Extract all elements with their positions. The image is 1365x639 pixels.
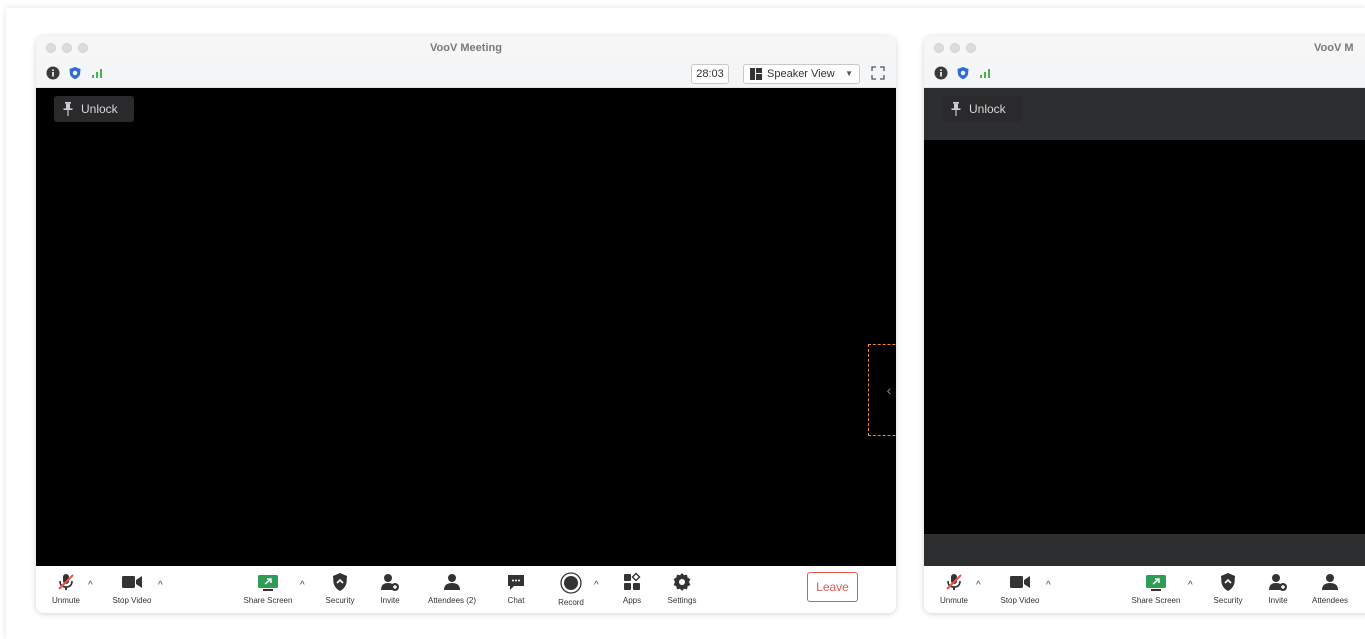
shield-icon[interactable] bbox=[68, 66, 82, 80]
speaker-view-icon bbox=[750, 68, 762, 80]
share-screen-label: Share Screen bbox=[1131, 596, 1181, 605]
record-icon bbox=[560, 572, 582, 594]
settings-button[interactable]: Settings bbox=[652, 572, 712, 605]
info-icon[interactable] bbox=[46, 66, 60, 80]
collapse-panel-handle[interactable]: ‹ bbox=[868, 344, 896, 436]
chat-icon bbox=[508, 575, 524, 590]
meeting-toolbar: Unmute ^ Stop Video ^ Share Screen ^ Sec… bbox=[36, 566, 896, 613]
record-options-caret[interactable]: ^ bbox=[594, 580, 599, 591]
meeting-window-secondary: VooV M Unlock Unmute ^ Stop Video ^ Shar… bbox=[924, 36, 1365, 613]
minimize-window-button[interactable] bbox=[62, 43, 72, 53]
attendees-icon bbox=[1322, 574, 1338, 590]
attendees-label: Attendees (2) bbox=[427, 596, 477, 605]
invite-button[interactable]: Invite bbox=[1248, 572, 1308, 605]
video-feed bbox=[924, 140, 1365, 534]
security-icon bbox=[333, 573, 347, 591]
view-mode-dropdown[interactable]: Speaker View ▼ bbox=[743, 64, 860, 84]
unmute-label: Unmute bbox=[939, 596, 968, 605]
settings-label: Settings bbox=[667, 596, 697, 605]
meeting-info-bar: 28:03 Speaker View ▼ bbox=[36, 60, 896, 88]
record-label: Record bbox=[558, 598, 584, 607]
share-screen-icon bbox=[1146, 575, 1166, 591]
invite-icon bbox=[1269, 574, 1287, 591]
title-bar: VooV Meeting bbox=[36, 36, 896, 60]
attendees-label: Attendees bbox=[1311, 596, 1349, 605]
unmute-button[interactable]: Unmute bbox=[924, 572, 984, 605]
attendees-button[interactable]: Attendees (2) bbox=[422, 572, 482, 605]
video-options-caret[interactable]: ^ bbox=[158, 580, 163, 591]
close-window-button[interactable] bbox=[46, 43, 56, 53]
window-title: VooV M bbox=[1314, 42, 1354, 54]
apps-icon bbox=[624, 572, 641, 590]
pin-icon bbox=[63, 102, 73, 116]
meeting-info-bar bbox=[924, 60, 1365, 88]
stop-video-label: Stop Video bbox=[1000, 596, 1040, 605]
stop-video-label: Stop Video bbox=[112, 596, 152, 605]
invite-icon bbox=[381, 574, 399, 591]
close-window-button[interactable] bbox=[934, 43, 944, 53]
video-options-caret[interactable]: ^ bbox=[1046, 580, 1051, 591]
camera-icon bbox=[122, 576, 142, 588]
chevron-left-icon: ‹ bbox=[886, 382, 892, 398]
info-icon[interactable] bbox=[934, 66, 948, 80]
maximize-window-button[interactable] bbox=[78, 43, 88, 53]
unlock-label: Unlock bbox=[81, 102, 118, 116]
fullscreen-icon[interactable] bbox=[870, 65, 886, 81]
camera-icon bbox=[1010, 576, 1030, 588]
chevron-down-icon: ▼ bbox=[845, 69, 853, 78]
shield-icon[interactable] bbox=[956, 66, 970, 80]
invite-button[interactable]: Invite bbox=[360, 572, 420, 605]
attendees-button[interactable]: Attendees bbox=[1300, 572, 1360, 605]
unlock-label: Unlock bbox=[969, 102, 1006, 116]
security-icon bbox=[1221, 573, 1235, 591]
pin-icon bbox=[951, 102, 961, 116]
mic-muted-icon bbox=[58, 574, 74, 590]
window-title: VooV Meeting bbox=[430, 42, 502, 54]
settings-icon bbox=[673, 573, 691, 591]
share-screen-label: Share Screen bbox=[243, 596, 293, 605]
share-screen-button[interactable]: Share Screen bbox=[238, 572, 298, 605]
unmute-button[interactable]: Unmute bbox=[36, 572, 96, 605]
title-bar: VooV M bbox=[924, 36, 1365, 60]
audio-options-caret[interactable]: ^ bbox=[976, 580, 981, 591]
meeting-timer: 28:03 bbox=[691, 64, 729, 84]
meeting-window-main: VooV Meeting 28:03 Speaker View ▼ Unlock… bbox=[36, 36, 896, 613]
unlock-button[interactable]: Unlock bbox=[942, 96, 1022, 122]
share-options-caret[interactable]: ^ bbox=[1188, 580, 1193, 591]
share-screen-icon bbox=[258, 575, 278, 591]
signal-icon[interactable] bbox=[90, 66, 104, 80]
leave-button[interactable]: Leave bbox=[807, 572, 858, 602]
chat-button[interactable]: Chat bbox=[486, 572, 546, 605]
minimize-window-button[interactable] bbox=[950, 43, 960, 53]
mic-muted-icon bbox=[946, 574, 962, 590]
unlock-button[interactable]: Unlock bbox=[54, 96, 134, 122]
invite-label: Invite bbox=[380, 596, 400, 605]
stop-video-button[interactable]: Stop Video bbox=[990, 572, 1050, 605]
share-options-caret[interactable]: ^ bbox=[300, 580, 305, 591]
attendees-icon bbox=[444, 574, 460, 590]
unmute-label: Unmute bbox=[51, 596, 80, 605]
stop-video-button[interactable]: Stop Video bbox=[102, 572, 162, 605]
invite-label: Invite bbox=[1268, 596, 1288, 605]
chat-label: Chat bbox=[507, 596, 525, 605]
meeting-toolbar: Unmute ^ Stop Video ^ Share Screen ^ Sec… bbox=[924, 566, 1365, 613]
signal-icon[interactable] bbox=[978, 66, 992, 80]
share-screen-button[interactable]: Share Screen bbox=[1126, 572, 1186, 605]
record-button[interactable]: Record bbox=[541, 572, 601, 607]
maximize-window-button[interactable] bbox=[966, 43, 976, 53]
audio-options-caret[interactable]: ^ bbox=[88, 580, 93, 591]
video-area: Unlock ‹ bbox=[36, 88, 896, 566]
video-area: Unlock bbox=[924, 88, 1365, 566]
window-controls bbox=[934, 43, 976, 53]
window-controls bbox=[46, 43, 88, 53]
view-mode-label: Speaker View bbox=[767, 68, 835, 80]
